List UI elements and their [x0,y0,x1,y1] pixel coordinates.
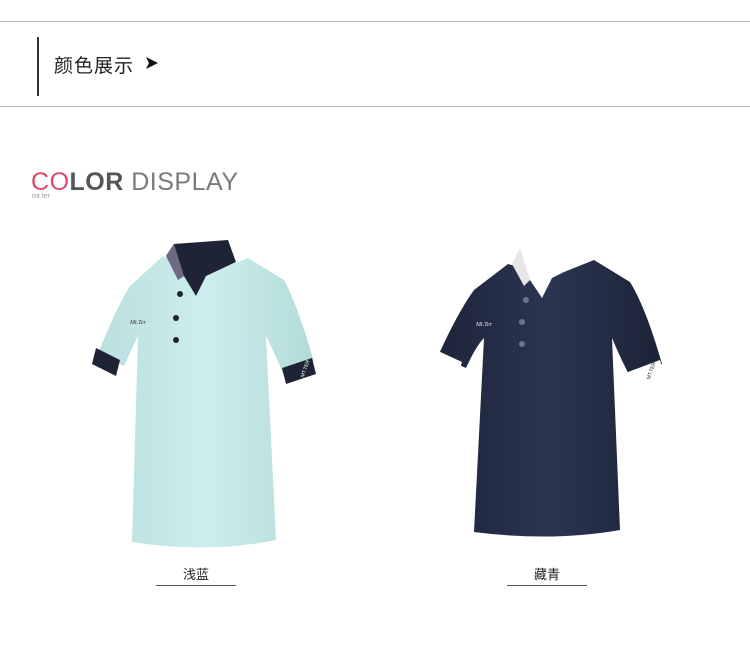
product-name-underline [507,585,587,586]
svg-text:Mt.Ter: Mt.Ter [475,322,493,328]
header-accent-bar [37,37,39,96]
product-image-navy: MT.TER Mt.Ter [434,242,664,537]
header-bottom-divider [0,106,750,107]
top-divider [0,21,750,22]
svg-text:Mt.Ter: Mt.Ter [129,320,147,326]
product-name-navy: 藏青 [533,568,560,583]
page-title: 颜色展示 [54,55,135,77]
product-name-light-blue: 浅蓝 [182,568,209,583]
svg-text:MT: MT [88,351,94,360]
chevron-right-icon [146,57,158,69]
section-subtext: mt.ter [32,193,50,200]
product-name-underline [156,585,236,586]
section-heading: COLOR DISPLAY [31,168,239,196]
product-image-light-blue: MT MT.TER Mt.Ter [88,240,316,548]
